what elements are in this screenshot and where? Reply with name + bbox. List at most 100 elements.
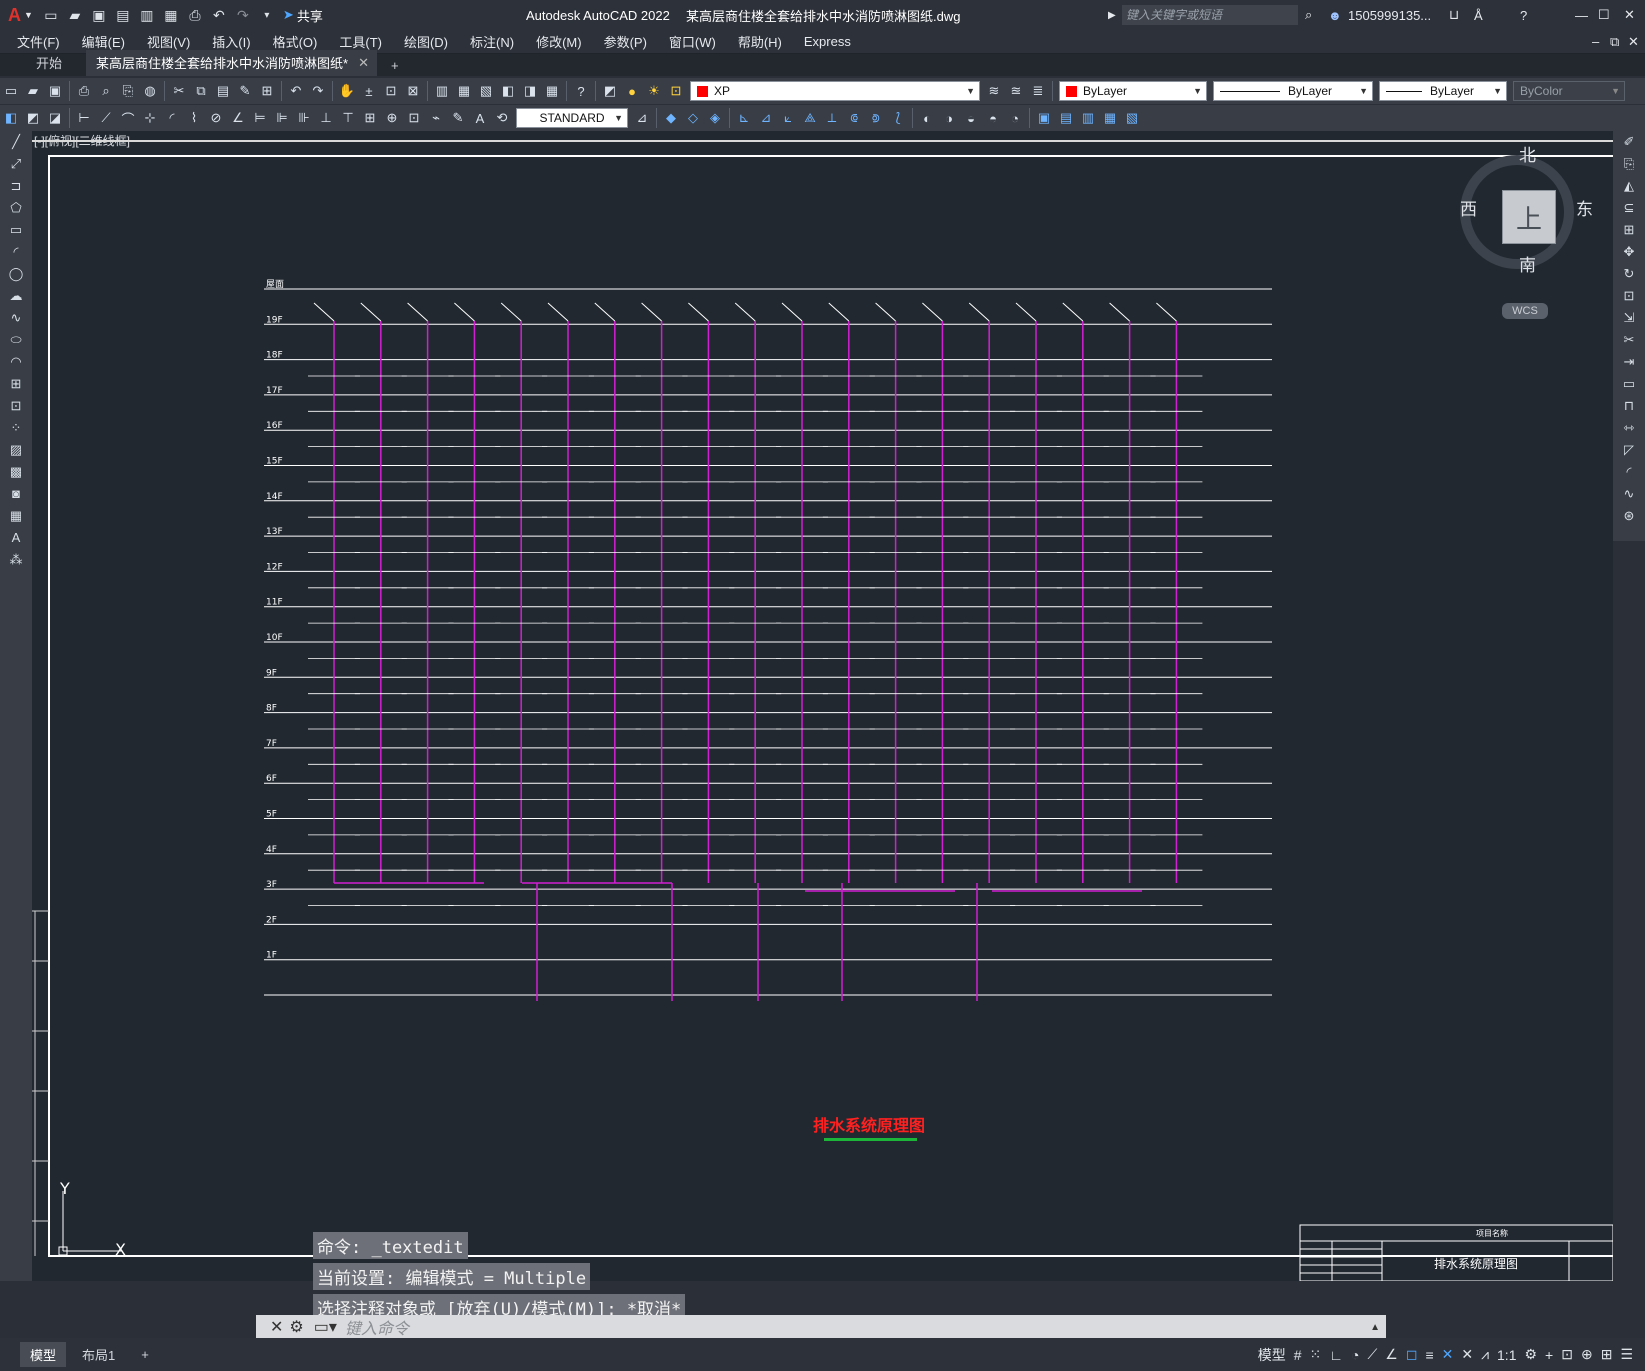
layout-tab-model[interactable]: 模型 [20, 1342, 67, 1367]
pan-icon[interactable]: ✋ [337, 81, 357, 101]
save-icon[interactable]: ▣ [90, 7, 108, 23]
layer-thaw-icon[interactable]: ☀ [644, 81, 664, 101]
visual-style-5-icon[interactable]: ◔ [1005, 108, 1025, 128]
ellipse-icon[interactable]: ⬭ [5, 330, 27, 349]
edit-props-icon[interactable]: ◩ [23, 108, 43, 128]
visual-style-1-icon[interactable]: ◐ [917, 108, 937, 128]
jogged-linear-icon[interactable]: ⌁ [426, 108, 446, 128]
command-recent-icon[interactable]: ▭▾ [314, 1317, 337, 1337]
plot-icon[interactable]: ⎙ [186, 7, 204, 23]
ucs-7-icon[interactable]: ⟄ [866, 108, 886, 128]
ucs-8-icon[interactable]: ⟅ [888, 108, 908, 128]
search-icon[interactable]: ⌕ [1305, 7, 1312, 23]
break-point-icon[interactable]: ▭ [1618, 374, 1640, 393]
command-customize-icon[interactable]: ⚙ [289, 1317, 303, 1337]
erase-icon[interactable]: ✐ [1618, 132, 1640, 151]
hatch-icon[interactable]: ▨ [5, 440, 27, 459]
menu-express[interactable]: Express [793, 34, 862, 49]
add-layout-icon[interactable]: + [131, 1344, 159, 1365]
annotation-monitor-icon[interactable]: + [1545, 1347, 1553, 1363]
cut-icon[interactable]: ✂ [169, 81, 189, 101]
dim-jogged-icon[interactable]: ⌇ [184, 108, 204, 128]
ucs-2-icon[interactable]: ⊿ [756, 108, 776, 128]
search-input[interactable]: 键入关键字或短语 [1122, 5, 1298, 25]
arc-icon[interactable]: ◜ [5, 242, 27, 261]
visual-style-2-icon[interactable]: ◑ [939, 108, 959, 128]
workspace-gear-icon[interactable]: ⚙ [1524, 1346, 1537, 1363]
layer-lock-icon[interactable]: ⊡ [666, 81, 686, 101]
dim-space-icon[interactable]: ⊥ [316, 108, 336, 128]
menu-parametric[interactable]: 参数(P) [593, 32, 658, 51]
grid-icon[interactable]: # [1294, 1347, 1302, 1363]
minimize-icon[interactable]: — [1575, 8, 1588, 23]
sheet-set-icon[interactable]: ◧ [498, 81, 518, 101]
dim-aligned-icon[interactable]: ⟋ [96, 108, 116, 128]
autodesk-app-icon[interactable]: Å [1474, 8, 1483, 23]
dim-radius-icon[interactable]: ◜ [162, 108, 182, 128]
isodraft-icon[interactable]: ⟋ [1367, 1346, 1377, 1363]
lineweight-icon[interactable]: ≡ [1425, 1347, 1433, 1363]
undo-icon[interactable]: ↶ [210, 7, 228, 23]
rectangle-icon[interactable]: ▭ [5, 220, 27, 239]
dim-baseline-icon[interactable]: ⊫ [272, 108, 292, 128]
app-menu-arrow-icon[interactable]: ▼ [24, 10, 33, 20]
blend-icon[interactable]: ∿ [1618, 484, 1640, 503]
center-mark-icon[interactable]: ⊕ [382, 108, 402, 128]
maximize-icon[interactable]: ☐ [1598, 7, 1610, 23]
ellipse-arc-icon[interactable]: ◠ [5, 352, 27, 371]
clean-screen-icon[interactable]: ⊞ [1601, 1346, 1613, 1363]
compass-east[interactable]: 东 [1576, 195, 1593, 220]
plotstyle-dropdown[interactable]: ByColor ▼ [1513, 81, 1625, 101]
visual-style-3-icon[interactable]: ◒ [961, 108, 981, 128]
app-logo[interactable]: A [8, 5, 21, 26]
dim-break-icon[interactable]: ⊤ [338, 108, 358, 128]
tab-close-icon[interactable]: ✕ [358, 55, 369, 71]
compass-north[interactable]: 北 [1519, 141, 1536, 166]
open-folder-icon[interactable]: ▰ [66, 7, 84, 23]
user-name[interactable]: 1505999135... [1348, 8, 1431, 23]
menu-tools[interactable]: 工具(T) [328, 32, 393, 51]
command-close-icon[interactable]: ✕ [270, 1317, 283, 1337]
save-web-icon[interactable]: ▦ [162, 7, 180, 23]
quick-dim-icon[interactable]: ⊨ [250, 108, 270, 128]
command-input[interactable]: 键入命令 [345, 1315, 409, 1339]
tab-start[interactable]: 开始 [0, 50, 86, 76]
compass-south[interactable]: 南 [1519, 251, 1536, 276]
close-icon[interactable]: ✕ [1624, 7, 1635, 23]
view-3d-3-icon[interactable]: ◈ [705, 108, 725, 128]
doc-restore-icon[interactable]: ⧉ [1610, 34, 1619, 50]
qnew-icon[interactable]: ▭ [1, 81, 21, 101]
menu-view[interactable]: 视图(V) [136, 32, 201, 51]
join-icon[interactable]: ⇿ [1618, 418, 1640, 437]
dim-diameter-icon[interactable]: ⊘ [206, 108, 226, 128]
make-current-icon[interactable]: ≋ [984, 81, 1004, 101]
publish-icon[interactable]: ⎘ [118, 81, 138, 101]
copy-icon[interactable]: ⧉ [191, 81, 211, 101]
make-block-icon[interactable]: ⊡ [5, 396, 27, 415]
gradient-icon[interactable]: ▩ [5, 462, 27, 481]
user-icon[interactable]: ☻ [1328, 8, 1342, 23]
ucs-4-icon[interactable]: ⟁ [800, 108, 820, 128]
visual-style-4-icon[interactable]: ◓ [983, 108, 1003, 128]
move-icon[interactable]: ✥ [1618, 242, 1640, 261]
layout-tab-layout1[interactable]: 布局1 [72, 1342, 125, 1367]
calculator-icon[interactable]: ▦ [542, 81, 562, 101]
doc-minimize-icon[interactable]: – [1592, 34, 1599, 49]
zoom-realtime-icon[interactable]: ± [359, 81, 379, 101]
model-2-icon[interactable]: ▤ [1056, 108, 1076, 128]
polyline-icon[interactable]: ⊐ [5, 176, 27, 195]
lineweight-dropdown[interactable]: ByLayer ▼ [1379, 81, 1507, 101]
auto-scale-icon[interactable]: ✕ [1461, 1346, 1473, 1363]
menu-insert[interactable]: 插入(I) [201, 32, 261, 51]
drawing-canvas[interactable]: [-][俯视][二维线框] 屋面 19F 18F 17F 16F 15F 14F 13F 12F… [32, 131, 1613, 1281]
ortho-icon[interactable]: ∟ [1329, 1347, 1343, 1363]
new-file-icon[interactable]: ▭ [42, 7, 60, 23]
explode-icon[interactable]: ⊛ [1618, 506, 1640, 525]
view-3d-1-icon[interactable]: ◆ [661, 108, 681, 128]
region-icon[interactable]: ◙ [5, 484, 27, 503]
offset-icon[interactable]: ⊆ [1618, 198, 1640, 217]
layer-states-icon[interactable]: ≣ [1028, 81, 1048, 101]
break-icon[interactable]: ⊓ [1618, 396, 1640, 415]
plot-tb-icon[interactable]: ⎙ [74, 81, 94, 101]
mirror-icon[interactable]: ◭ [1618, 176, 1640, 195]
